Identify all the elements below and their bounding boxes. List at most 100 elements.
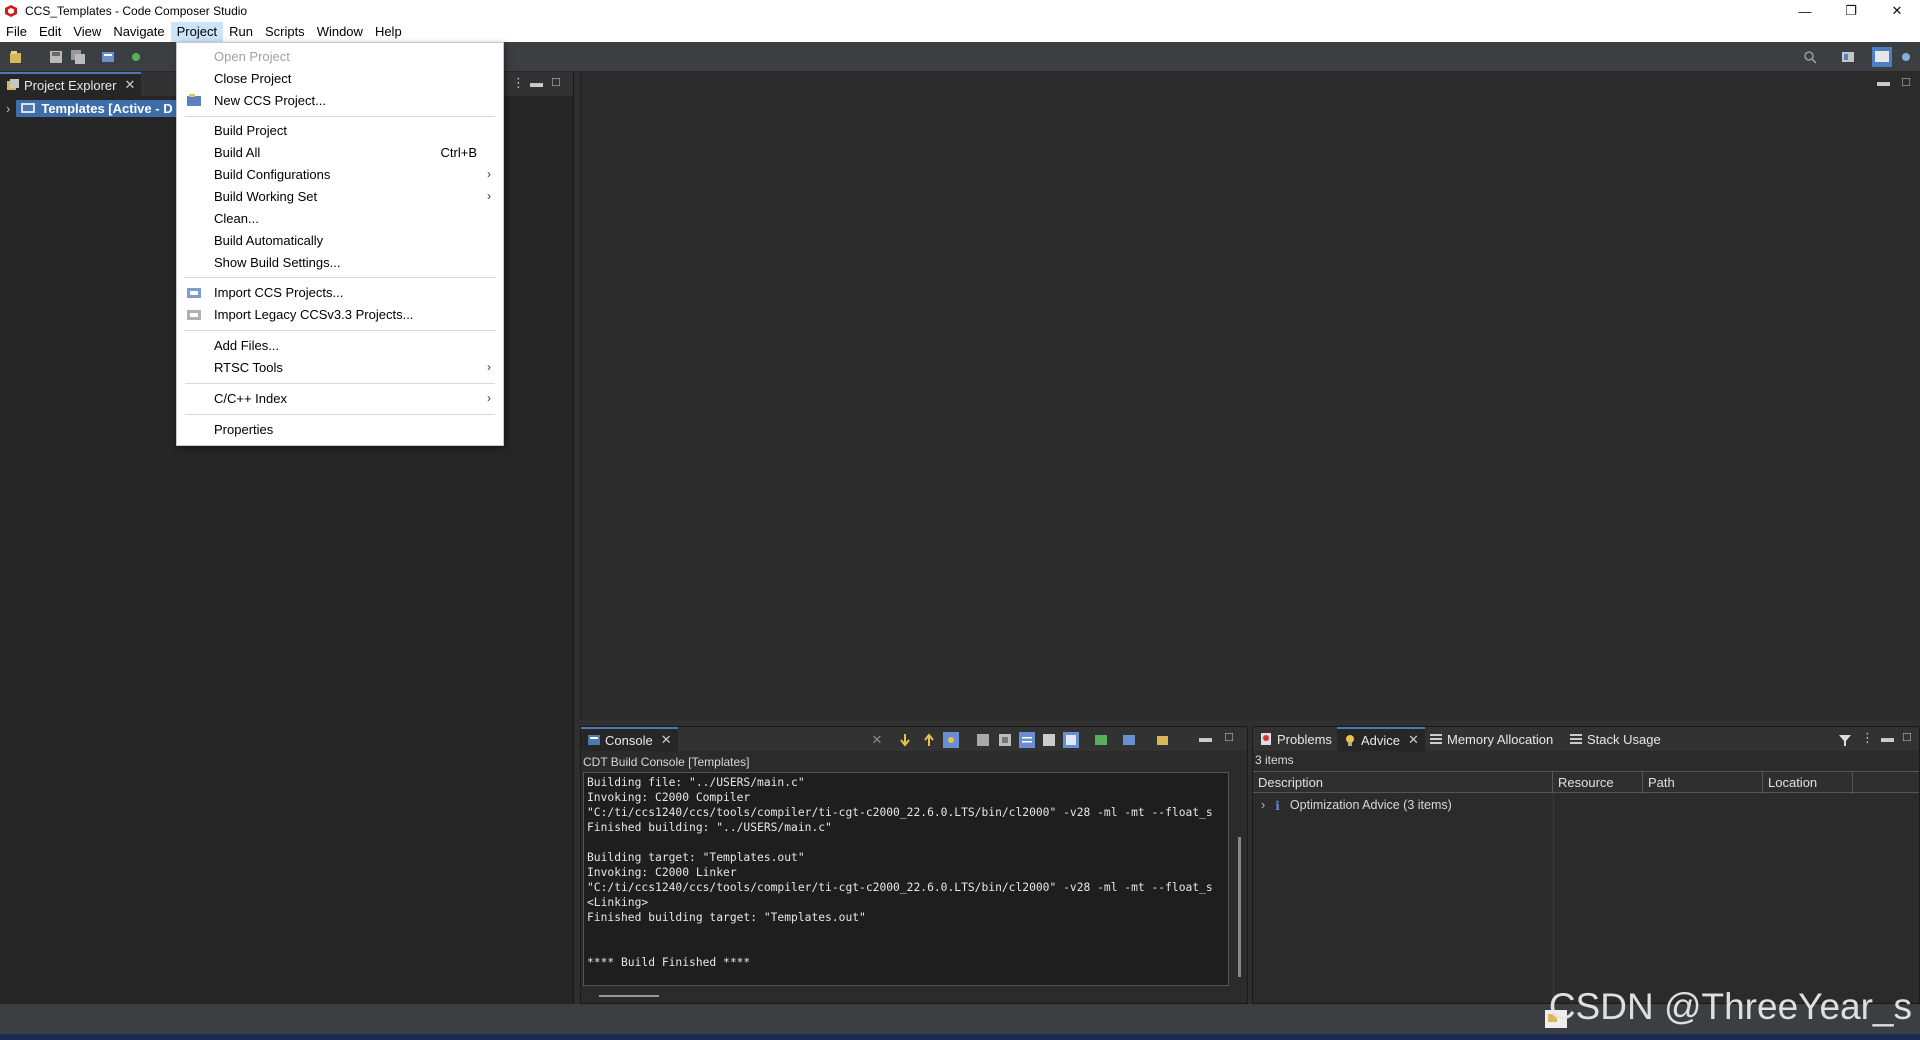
next-error-icon[interactable] <box>897 732 913 748</box>
console-vertical-scrollbar[interactable] <box>1238 837 1241 977</box>
advice-view-menu-icon[interactable]: ⋮ <box>1861 730 1874 746</box>
menu-edit[interactable]: Edit <box>33 22 67 42</box>
console-horizontal-scrollbar[interactable] <box>599 995 659 997</box>
save-icon[interactable] <box>48 49 64 65</box>
advice-table: Description Resource Path Location › ℹ O… <box>1253 771 1919 1003</box>
window-title: CCS_Templates - Code Composer Studio <box>25 4 248 18</box>
debug-icon[interactable] <box>128 49 144 65</box>
menu-new-ccs-project[interactable]: New CCS Project... <box>177 89 503 111</box>
restore-button[interactable]: ❐ <box>1828 0 1874 22</box>
close-window-button[interactable]: ✕ <box>1874 0 1920 22</box>
submenu-arrow-icon: › <box>487 189 491 203</box>
link-icon[interactable] <box>943 732 959 748</box>
view-menu-icon[interactable]: ⋮ <box>512 75 525 91</box>
console-minimize-icon[interactable]: ▬ <box>1199 730 1212 745</box>
menu-properties[interactable]: Properties <box>177 418 503 440</box>
editor-maximize-icon[interactable]: □ <box>1902 74 1910 89</box>
column-resource[interactable]: Resource <box>1553 772 1643 794</box>
menu-bar: File Edit View Navigate Project Run Scri… <box>0 22 1920 42</box>
tab-console[interactable]: Console ✕ <box>581 727 678 751</box>
menu-project[interactable]: Project <box>170 22 224 42</box>
menu-view[interactable]: View <box>67 22 107 42</box>
os-taskbar <box>0 1034 1920 1040</box>
ccs-project-icon <box>21 103 36 113</box>
menu-scripts[interactable]: Scripts <box>259 22 311 42</box>
tab-project-explorer-label: Project Explorer <box>24 77 117 93</box>
column-path[interactable]: Path <box>1643 772 1763 794</box>
problems-icon <box>1261 733 1271 745</box>
advice-row[interactable]: › ℹ Optimization Advice (3 items) <box>1253 795 1452 815</box>
advice-minimize-icon[interactable]: ▬ <box>1881 730 1894 745</box>
menu-close-project[interactable]: Close Project <box>177 67 503 89</box>
menu-build-all[interactable]: Build All Ctrl+B <box>177 141 503 163</box>
menu-import-ccs-projects[interactable]: Import CCS Projects... <box>177 281 503 303</box>
minimize-view-icon[interactable]: ▬ <box>530 75 543 90</box>
console-output[interactable]: Building file: "../USERS/main.c" Invokin… <box>583 772 1229 986</box>
word-wrap-icon[interactable] <box>1019 732 1035 748</box>
open-console-icon[interactable] <box>1155 732 1171 748</box>
lightbulb-icon <box>1346 735 1354 746</box>
pin-console-icon[interactable] <box>1063 732 1079 748</box>
ccs-debug-perspective-icon[interactable] <box>1898 49 1914 65</box>
tab-stack-usage[interactable]: Stack Usage <box>1563 727 1667 751</box>
menu-cpp-index[interactable]: C/C++ Index › <box>177 387 503 409</box>
submenu-arrow-icon: › <box>487 360 491 374</box>
menu-help[interactable]: Help <box>369 22 408 42</box>
column-location[interactable]: Location <box>1763 772 1853 794</box>
new-console-icon[interactable] <box>1121 732 1137 748</box>
menu-add-files[interactable]: Add Files... <box>177 334 503 356</box>
save-all-icon[interactable] <box>70 49 86 65</box>
menu-show-build-settings[interactable]: Show Build Settings... <box>177 251 503 273</box>
tab-memory-allocation-label: Memory Allocation <box>1447 731 1554 747</box>
menu-build-project[interactable]: Build Project <box>177 119 503 141</box>
tab-advice[interactable]: Advice ✕ <box>1337 727 1425 751</box>
scroll-lock-icon[interactable] <box>997 732 1013 748</box>
menu-clean[interactable]: Clean... <box>177 207 503 229</box>
clear-console-icon[interactable] <box>975 732 991 748</box>
close-advice-icon[interactable]: ✕ <box>1408 732 1419 748</box>
ccs-app-icon <box>3 3 19 19</box>
menu-import-legacy-projects[interactable]: Import Legacy CCSv3.3 Projects... <box>177 303 503 325</box>
tab-memory-allocation[interactable]: Memory Allocation <box>1423 727 1559 751</box>
display-selected-console-icon[interactable] <box>1093 732 1109 748</box>
menu-build-working-set[interactable]: Build Working Set › <box>177 185 503 207</box>
close-tab-icon[interactable]: ✕ <box>124 77 135 93</box>
advice-maximize-icon[interactable]: □ <box>1903 729 1911 744</box>
previous-error-icon[interactable] <box>921 732 937 748</box>
show-on-output-icon[interactable] <box>1041 732 1057 748</box>
editor-area: ▬ □ <box>580 72 1920 720</box>
editor-minimize-icon[interactable]: ▬ <box>1877 74 1890 89</box>
remove-launch-icon[interactable]: ✕ <box>869 732 885 748</box>
menu-rtsc-tools[interactable]: RTSC Tools › <box>177 356 503 378</box>
open-perspective-icon[interactable] <box>1840 49 1856 65</box>
csdn-watermark: CSDN @ThreeYear_s <box>1548 986 1912 1027</box>
tree-item-templates[interactable]: › Templates [Active - D <box>6 98 177 118</box>
minimize-button[interactable]: — <box>1782 0 1828 22</box>
filter-icon[interactable] <box>1837 732 1853 748</box>
menu-window[interactable]: Window <box>311 22 369 42</box>
build-icon[interactable] <box>100 49 116 65</box>
menu-build-automatically[interactable]: Build Automatically <box>177 229 503 251</box>
expand-advice-icon[interactable]: › <box>1261 798 1265 812</box>
console-maximize-icon[interactable]: □ <box>1225 729 1233 744</box>
console-icon <box>588 735 600 745</box>
import-icon <box>187 288 201 298</box>
column-description[interactable]: Description <box>1253 772 1553 794</box>
menu-build-configurations[interactable]: Build Configurations › <box>177 163 503 185</box>
tab-project-explorer[interactable]: Project Explorer ✕ <box>0 72 142 96</box>
tab-stack-usage-label: Stack Usage <box>1587 731 1661 747</box>
items-count: 3 items <box>1255 753 1294 767</box>
maximize-view-icon[interactable]: □ <box>552 74 560 89</box>
project-menu-dropdown: Open Project Close Project New CCS Proje… <box>176 42 504 446</box>
close-console-icon[interactable]: ✕ <box>661 732 672 748</box>
menu-file[interactable]: File <box>0 22 33 42</box>
new-icon[interactable] <box>8 49 24 65</box>
menu-open-project[interactable]: Open Project <box>177 45 503 67</box>
search-icon[interactable] <box>1802 49 1818 65</box>
expand-arrow-icon[interactable]: › <box>6 101 10 116</box>
title-bar: CCS_Templates - Code Composer Studio — ❐… <box>0 0 1920 22</box>
ccs-edit-perspective-icon[interactable] <box>1872 47 1892 67</box>
menu-run[interactable]: Run <box>223 22 259 42</box>
menu-navigate[interactable]: Navigate <box>107 22 170 42</box>
tab-problems[interactable]: Problems <box>1253 727 1338 751</box>
